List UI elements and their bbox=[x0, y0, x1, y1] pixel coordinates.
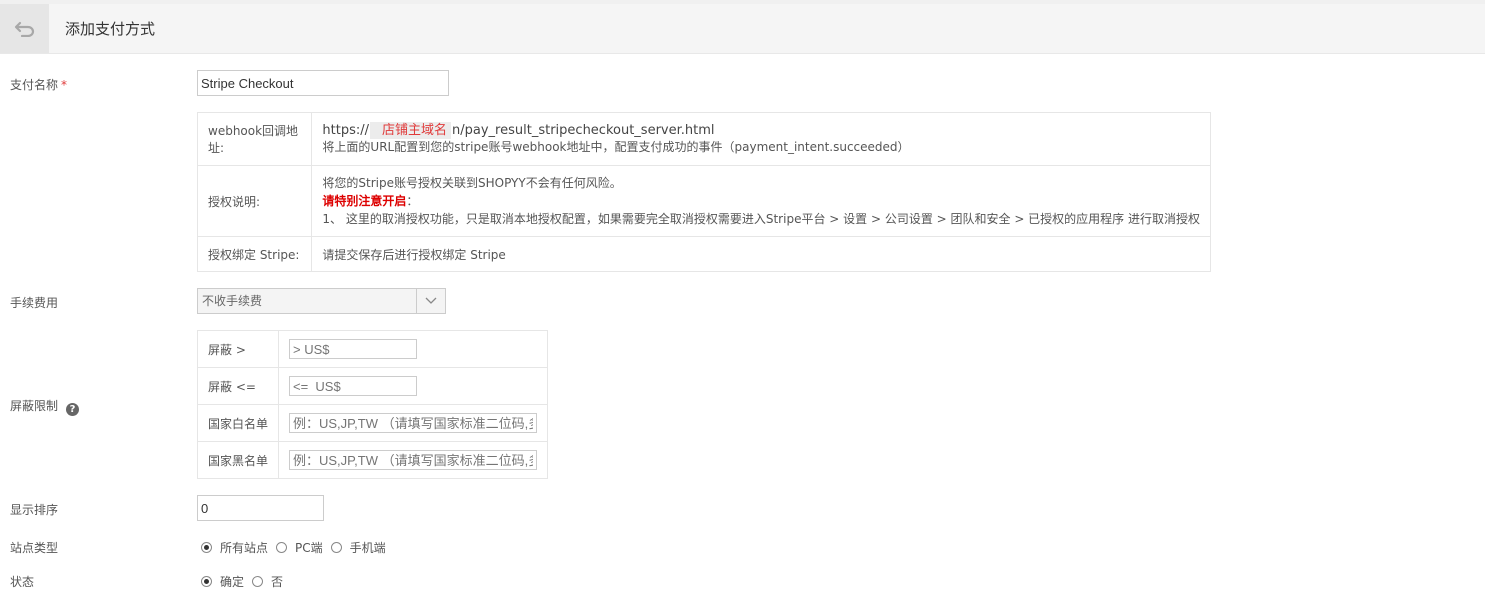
site-type-option-pc[interactable]: PC端 bbox=[276, 539, 323, 556]
auth-desc-line3: 1、 这里的取消授权功能，只是取消本地授权配置，如果需要完全取消授权需要进入St… bbox=[322, 212, 1200, 226]
webhook-value: https://店铺主域名 n/pay_result_stripecheckout… bbox=[311, 112, 1211, 166]
page-title: 添加支付方式 bbox=[65, 20, 156, 38]
country-blacklist-input[interactable] bbox=[289, 450, 537, 470]
shield-lte-cell bbox=[278, 367, 548, 405]
back-button[interactable] bbox=[0, 4, 49, 53]
auth-desc-row: 授权说明: 将您的Stripe账号授权关联到SHOPYY不会有任何风险。 请特别… bbox=[196, 165, 1211, 237]
question-circle-icon[interactable]: ? bbox=[66, 403, 80, 416]
webhook-row: webhook回调地址: https://店铺主域名 n/pay_result_s… bbox=[196, 112, 1211, 166]
shield-limit-table: 屏蔽 > 屏蔽 <= 国家白名单 国家黑名单 bbox=[197, 330, 548, 479]
shield-gt-input[interactable] bbox=[289, 339, 417, 359]
status-radio-group: 确定 否 bbox=[201, 573, 291, 590]
site-type-option-label: 所有站点 bbox=[220, 541, 269, 555]
site-type-option-label: PC端 bbox=[295, 541, 323, 555]
undo-arrow-icon bbox=[14, 21, 34, 37]
whitelist-row: 国家白名单 bbox=[197, 404, 548, 442]
site-type-label: 站点类型 bbox=[10, 541, 59, 555]
webhook-note: 将上面的URL配置到您的stripe账号webhook地址中，配置支付成功的事件… bbox=[322, 140, 910, 154]
auth-bind-row: 授权绑定 Stripe: 请提交保存后进行授权绑定 Stripe bbox=[196, 236, 1211, 272]
auth-bind-label: 授权绑定 Stripe: bbox=[196, 236, 313, 272]
payment-name-label-text: 支付名称 bbox=[10, 78, 59, 92]
status-option-yes[interactable]: 确定 bbox=[201, 573, 244, 590]
chevron-down-icon bbox=[416, 289, 445, 313]
shield-lte-row: 屏蔽 <= bbox=[197, 367, 548, 405]
status-label: 状态 bbox=[10, 575, 35, 589]
country-whitelist-input[interactable] bbox=[289, 413, 537, 433]
auth-warning-colon: ： bbox=[406, 194, 419, 208]
shield-gt-row: 屏蔽 > bbox=[197, 330, 548, 368]
blacklist-label: 国家黑名单 bbox=[197, 441, 279, 479]
shop-domain-mask: 店铺主域名 bbox=[370, 122, 452, 139]
blacklist-cell bbox=[278, 441, 548, 479]
webhook-label: webhook回调地址: bbox=[196, 112, 313, 166]
site-type-option-label: 手机端 bbox=[349, 541, 386, 555]
required-mark: * bbox=[61, 78, 68, 92]
payment-name-label: 支付名称 * bbox=[10, 76, 67, 93]
payment-name-input[interactable] bbox=[197, 70, 449, 96]
whitelist-label: 国家白名单 bbox=[197, 404, 279, 442]
shield-limit-label: 屏蔽限制? bbox=[10, 397, 80, 416]
radio-checked-icon bbox=[201, 576, 212, 587]
auth-desc-warning: 请特别注意开启： bbox=[322, 192, 1200, 210]
webhook-url: https://店铺主域名 n/pay_result_stripecheckout… bbox=[322, 122, 1200, 139]
status-option-label: 确定 bbox=[220, 575, 245, 589]
site-type-radio-group: 所有站点 PC端 手机端 bbox=[201, 539, 394, 556]
auth-desc-label: 授权说明: bbox=[196, 165, 313, 237]
shield-lte-label: 屏蔽 <= bbox=[197, 367, 279, 405]
site-type-option-all[interactable]: 所有站点 bbox=[201, 539, 268, 556]
webhook-url-suffix: n/pay_result_stripecheckout_server.html bbox=[452, 123, 715, 138]
fee-select[interactable]: 不收手续费 bbox=[197, 288, 446, 314]
stripe-info-table: webhook回调地址: https://店铺主域名 n/pay_result_s… bbox=[196, 112, 1211, 272]
shield-limit-label-text: 屏蔽限制 bbox=[10, 399, 59, 413]
auth-warning-text: 请特别注意开启 bbox=[322, 194, 407, 208]
status-option-label: 否 bbox=[271, 575, 284, 589]
radio-unchecked-icon bbox=[276, 542, 288, 553]
auth-bind-value: 请提交保存后进行授权绑定 Stripe bbox=[311, 236, 1211, 272]
status-option-no[interactable]: 否 bbox=[252, 573, 283, 590]
radio-unchecked-icon bbox=[330, 542, 342, 553]
shield-gt-label: 屏蔽 > bbox=[197, 330, 279, 368]
site-type-option-mobile[interactable]: 手机端 bbox=[330, 539, 386, 556]
auth-desc-value: 将您的Stripe账号授权关联到SHOPYY不会有任何风险。 请特别注意开启： … bbox=[311, 165, 1211, 237]
shield-gt-cell bbox=[278, 330, 548, 368]
page-header: 添加支付方式 bbox=[0, 4, 1485, 54]
radio-unchecked-icon bbox=[252, 576, 264, 587]
sort-label: 显示排序 bbox=[10, 503, 59, 517]
fee-label: 手续费用 bbox=[10, 296, 59, 310]
whitelist-cell bbox=[278, 404, 548, 442]
webhook-url-prefix: https:// bbox=[322, 123, 370, 138]
radio-checked-icon bbox=[201, 542, 212, 553]
shield-lte-input[interactable] bbox=[289, 376, 417, 396]
fee-select-value: 不收手续费 bbox=[202, 294, 263, 308]
sort-order-input[interactable] bbox=[197, 495, 324, 521]
blacklist-row: 国家黑名单 bbox=[197, 441, 548, 479]
auth-desc-line1: 将您的Stripe账号授权关联到SHOPYY不会有任何风险。 bbox=[322, 176, 622, 190]
